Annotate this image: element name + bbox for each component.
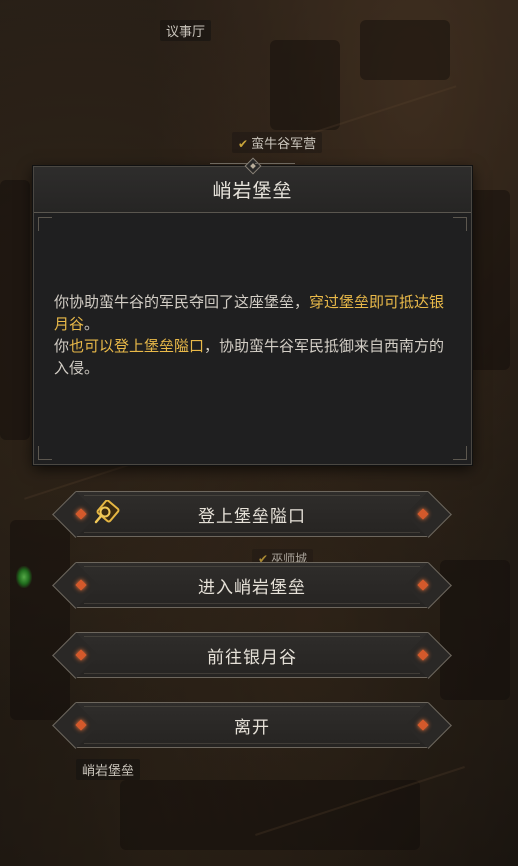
- option-label: 进入峭岩堡垒: [198, 577, 306, 598]
- map-label-text: 蛮牛谷军营: [251, 137, 317, 152]
- map-label-fortress[interactable]: 峭岩堡垒: [76, 759, 141, 780]
- option-button-go-silvermoon[interactable]: 前往银月谷: [64, 630, 440, 680]
- corner-ornament: [453, 217, 467, 231]
- dialog-header: 峭岩堡垒: [34, 157, 471, 213]
- corner-ornament: [38, 217, 52, 231]
- highlighted-text: 也可以登上堡垒隘口: [69, 337, 205, 355]
- map-label-text: 峭岩堡垒: [82, 764, 135, 779]
- quest-icon: [92, 500, 120, 528]
- option-button-climb-pass[interactable]: 登上堡垒隘口: [64, 489, 440, 539]
- dialog-description: 你协助蛮牛谷的军民夺回了这座堡垒，穿过堡垒即可抵达银月谷。 你也可以登上堡垒隘口…: [54, 291, 449, 379]
- description-paragraph-1: 你协助蛮牛谷的军民夺回了这座堡垒，穿过堡垒即可抵达银月谷。: [54, 291, 449, 335]
- header-ornament-line: [255, 163, 295, 164]
- checkmark-icon: ✔: [238, 137, 249, 151]
- option-label: 前往银月谷: [207, 647, 297, 668]
- option-button-leave[interactable]: 离开: [64, 700, 440, 750]
- map-label-text: 议事厅: [166, 25, 206, 40]
- option-button-enter-fortress[interactable]: 进入峭岩堡垒: [64, 560, 440, 610]
- option-label: 登上堡垒隘口: [198, 506, 306, 527]
- dialog-title: 峭岩堡垒: [212, 180, 293, 202]
- map-label-council-hall[interactable]: 议事厅: [160, 20, 212, 41]
- description-text: 你协助蛮牛谷的军民夺回了这座堡垒，: [54, 293, 310, 311]
- description-text: 。: [84, 315, 100, 333]
- corner-ornament: [38, 446, 52, 460]
- header-ornament-line: [210, 163, 250, 164]
- description-paragraph-2: 你也可以登上堡垒隘口，协助蛮牛谷军民抵御来自西南方的入侵。: [54, 335, 449, 379]
- option-label: 离开: [234, 717, 270, 738]
- map-label-valley-camp[interactable]: ✔ 蛮牛谷军营: [232, 132, 323, 153]
- description-text: 你: [54, 337, 70, 355]
- corner-ornament: [453, 446, 467, 460]
- location-dialog: 峭岩堡垒 你协助蛮牛谷的军民夺回了这座堡垒，穿过堡垒即可抵达银月谷。 你也可以登…: [33, 157, 472, 465]
